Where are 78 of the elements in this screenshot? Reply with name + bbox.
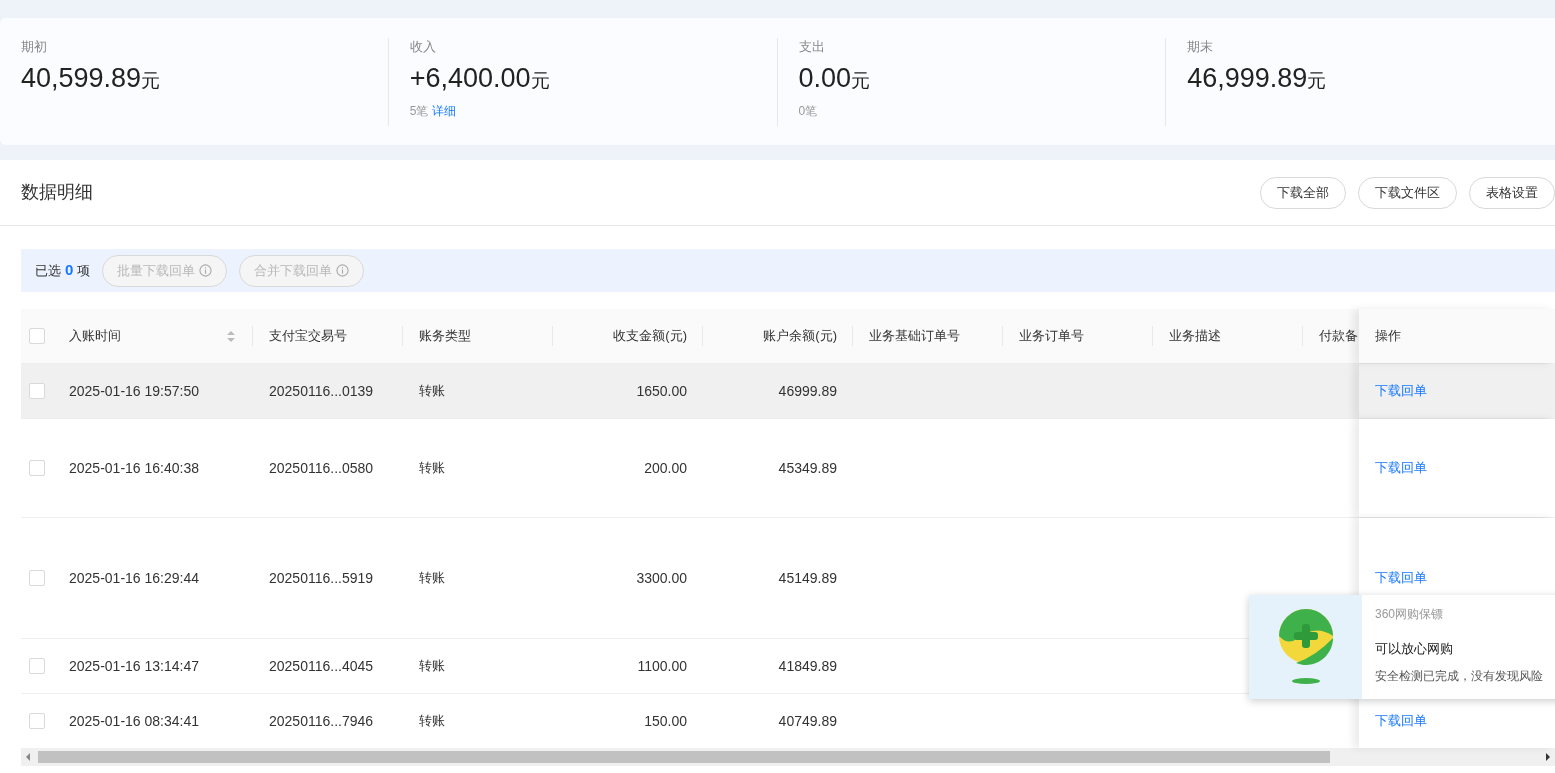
transaction-count: 0笔	[798, 102, 818, 120]
trade-number-cell-text: 20250116...0139	[269, 381, 374, 401]
currency-unit: 元	[530, 68, 550, 93]
checkbox[interactable]	[29, 460, 45, 476]
download-button[interactable]: 下载全部	[1260, 176, 1346, 209]
balance-cell-text: 45149.89	[778, 568, 837, 588]
column-header[interactable]: 账务类型	[419, 326, 471, 346]
trade-number-cell-text: 20250116...0580	[269, 458, 374, 478]
info-icon	[336, 264, 350, 277]
balance-cell-text: 46999.89	[778, 381, 837, 401]
receipt-button: 批量下载回单	[102, 254, 228, 287]
checkbox[interactable]	[29, 383, 45, 399]
column-header[interactable]: 入账时间	[69, 326, 121, 346]
column-header[interactable]: 支付宝交易号	[269, 326, 347, 346]
summary-label: 收入	[409, 37, 437, 56]
time-cell-text: 2025-01-16 16:29:44	[69, 568, 199, 588]
column-header[interactable]: 付款备	[1319, 326, 1358, 346]
checkbox[interactable]	[29, 328, 45, 344]
summary-amount: +6,400.00	[409, 61, 531, 95]
amount-cell-text: 1100.00	[637, 656, 687, 676]
column-header[interactable]: 业务基础订单号	[869, 326, 960, 346]
amount-cell-text: 1650.00	[636, 381, 687, 401]
selected-count: 0	[65, 260, 74, 281]
summary-label: 期末	[1187, 37, 1215, 56]
currency-unit: 元	[851, 68, 871, 93]
amount-cell-text: 150.00	[644, 711, 687, 731]
download-button[interactable]: 下载文件区	[1358, 176, 1457, 209]
column-header[interactable]: 业务描述	[1169, 326, 1221, 346]
trade-number-cell-text: 20250116...7946	[269, 711, 374, 731]
currency-unit: 元	[1307, 68, 1327, 93]
popup-message: 安全检测已完成，没有发现风险	[1375, 667, 1543, 685]
type-cell-text: 转账	[419, 657, 445, 676]
summary-label: 期初	[21, 37, 48, 56]
time-cell-text: 2025-01-16 08:34:41	[69, 711, 199, 731]
receipt-button: 合并下载回单	[239, 254, 365, 287]
balance-cell-text: 41849.89	[778, 656, 837, 676]
section-title: 数据明细	[21, 181, 93, 204]
column-header[interactable]: 收支金额(元)	[613, 326, 687, 346]
selected-suffix: 项	[77, 261, 91, 280]
type-cell-text: 转账	[419, 382, 445, 401]
summary-amount: 40,599.89	[21, 61, 142, 95]
selected-label: 已选	[35, 261, 61, 280]
download-button[interactable]: 表格设置	[1469, 176, 1555, 209]
type-cell-text: 转账	[419, 459, 445, 478]
info-icon	[199, 264, 213, 277]
column-header[interactable]: 操作	[1375, 326, 1401, 346]
time-cell-text: 2025-01-16 16:40:38	[69, 458, 199, 478]
download-receipt-link[interactable]: 下载回单	[1375, 711, 1427, 731]
download-receipt-link[interactable]: 下载回单	[1375, 381, 1427, 401]
download-receipt-link[interactable]: 下载回单	[1375, 568, 1427, 588]
balance-cell-text: 45349.89	[778, 458, 837, 478]
summary-amount: 46,999.89	[1187, 61, 1308, 95]
checkbox[interactable]	[29, 713, 45, 729]
download-receipt-link[interactable]: 下载回单	[1375, 458, 1427, 478]
popup-title: 可以放心网购	[1375, 640, 1454, 658]
sort-icon[interactable]	[227, 330, 235, 342]
summary-label: 支出	[798, 37, 826, 56]
scroll-left-icon[interactable]	[24, 752, 32, 762]
amount-cell-text: 200.00	[644, 458, 687, 478]
trade-number-cell-text: 20250116...4045	[269, 656, 374, 676]
column-header[interactable]: 账户余额(元)	[763, 326, 837, 346]
currency-unit: 元	[141, 68, 161, 93]
type-cell-text: 转账	[419, 569, 445, 588]
checkbox[interactable]	[29, 570, 45, 586]
summary-amount: 0.00	[798, 61, 852, 95]
type-cell-text: 转账	[419, 712, 445, 731]
checkbox[interactable]	[29, 658, 45, 674]
time-cell-text: 2025-01-16 13:14:47	[69, 656, 199, 676]
transaction-count: 5笔	[409, 102, 429, 120]
popup-source: 360网购保镖	[1375, 606, 1445, 623]
trade-number-cell-text: 20250116...5919	[269, 568, 374, 588]
balance-cell-text: 40749.89	[778, 711, 837, 731]
amount-cell-text: 3300.00	[636, 568, 687, 588]
column-header[interactable]: 业务订单号	[1019, 326, 1084, 346]
horizontal-scrollbar[interactable]	[21, 748, 1555, 766]
time-cell-text: 2025-01-16 19:57:50	[69, 381, 199, 401]
details-link[interactable]: 详细	[432, 101, 457, 120]
scroll-right-icon[interactable]	[1544, 752, 1552, 762]
